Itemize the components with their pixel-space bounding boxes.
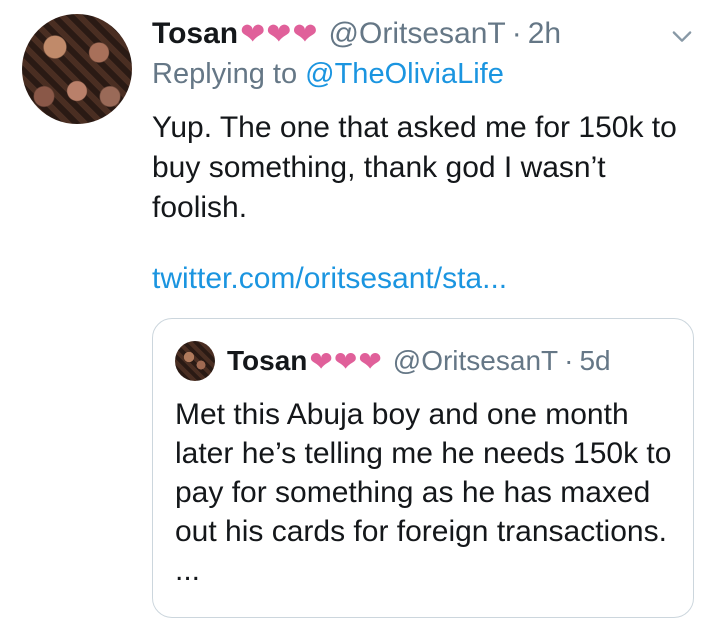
tweet-link[interactable]: twitter.com/oritsesant/sta...	[152, 262, 507, 296]
quote-timestamp: 5d	[579, 345, 611, 376]
tweet-header: Tosan ❤❤❤ @OritsesanT · 2h	[152, 14, 561, 54]
quote-author-name: Tosan	[227, 345, 308, 376]
chevron-down-icon[interactable]	[668, 22, 696, 50]
quote-avatar	[175, 341, 215, 381]
replying-to: Replying to @TheOliviaLife	[152, 58, 504, 91]
heart-emoji-icon: ❤❤❤	[240, 17, 319, 51]
quote-heart-emoji-icon: ❤❤❤	[309, 345, 383, 377]
avatar[interactable]	[22, 14, 132, 124]
tweet-text: Yup. The one that asked me for 150k to b…	[152, 111, 677, 224]
reply-mention-link[interactable]: @TheOliviaLife	[305, 58, 504, 90]
timestamp[interactable]: 2h	[528, 17, 561, 51]
author-name[interactable]: Tosan	[152, 17, 238, 51]
quoted-tweet[interactable]: Tosan ❤❤❤ @OritsesanT · 5d Met this Abuj…	[152, 318, 694, 618]
quote-author-handle: @OritsesanT	[392, 345, 559, 376]
replying-label: Replying to	[152, 58, 298, 90]
quote-text: Met this Abuja boy and one month later h…	[175, 398, 672, 587]
separator-dot: ·	[511, 17, 522, 50]
quote-separator-dot: ·	[564, 345, 574, 376]
quote-header: Tosan ❤❤❤ @OritsesanT · 5d	[227, 341, 611, 381]
author-handle[interactable]: @OritsesanT	[329, 17, 506, 51]
